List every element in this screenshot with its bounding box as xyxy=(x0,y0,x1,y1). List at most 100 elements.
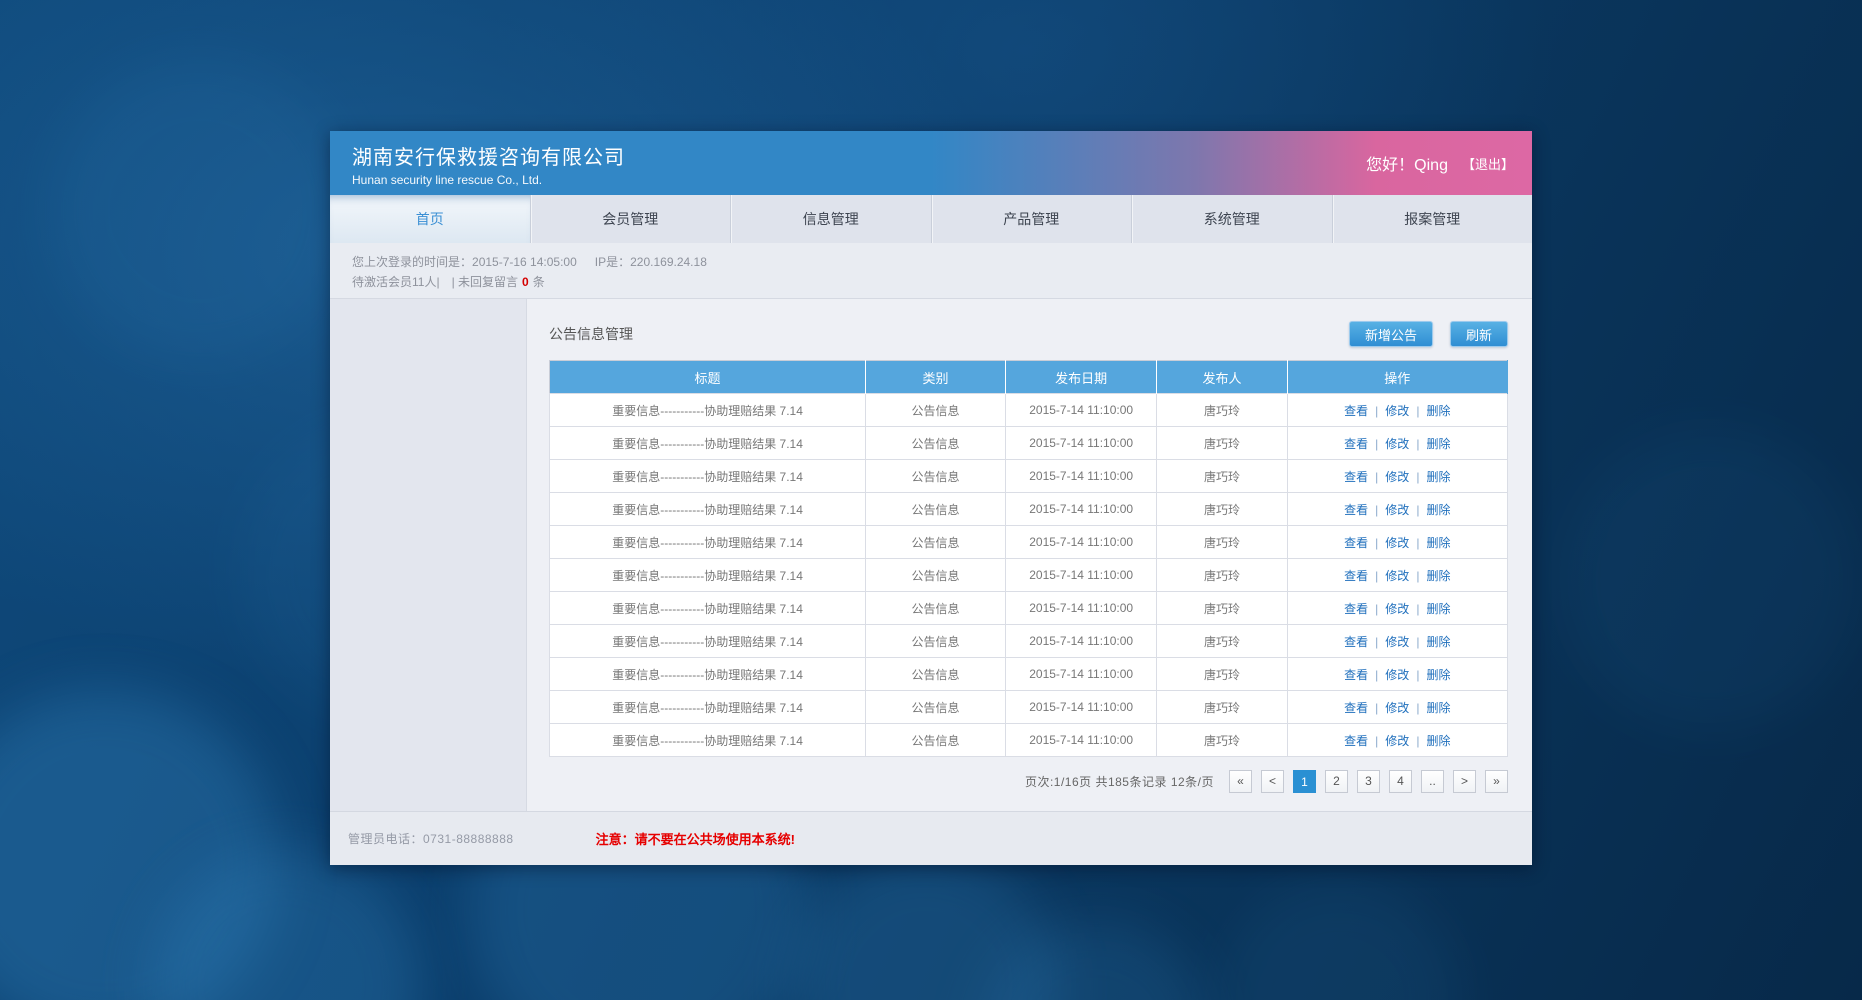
tab-label: 首页 xyxy=(416,209,444,229)
action-separator: | xyxy=(1375,635,1378,649)
cell-publisher: 唐巧玲 xyxy=(1157,625,1287,658)
user-greeting: 您好！Qing xyxy=(1366,151,1448,175)
page-button-3[interactable]: 3 xyxy=(1357,770,1380,793)
table-row: 重要信息-----------协助理赔结果 7.14 公告信息 2015-7-1… xyxy=(550,493,1508,526)
refresh-button[interactable]: 刷新 xyxy=(1450,321,1508,347)
page-button-2[interactable]: 2 xyxy=(1325,770,1348,793)
cell-title: 重要信息-----------协助理赔结果 7.14 xyxy=(550,592,866,625)
pagination-summary: 页次:1/16页 共185条记录 12条/页 xyxy=(1025,773,1214,790)
cell-title: 重要信息-----------协助理赔结果 7.14 xyxy=(550,427,866,460)
action-separator: | xyxy=(1375,503,1378,517)
action-separator: | xyxy=(1416,668,1419,682)
table-row: 重要信息-----------协助理赔结果 7.14 公告信息 2015-7-1… xyxy=(550,559,1508,592)
view-link[interactable]: 查看 xyxy=(1344,701,1368,715)
page-button-last[interactable]: » xyxy=(1485,770,1508,793)
header-branding: 湖南安行保救援咨询有限公司 Hunan security line rescue… xyxy=(330,131,1532,187)
company-name-en: Hunan security line rescue Co., Ltd. xyxy=(352,173,1532,187)
bokeh-circle xyxy=(50,60,350,360)
view-link[interactable]: 查看 xyxy=(1344,404,1368,418)
delete-link[interactable]: 删除 xyxy=(1426,437,1450,451)
edit-link[interactable]: 修改 xyxy=(1385,635,1409,649)
page-button-prev[interactable]: < xyxy=(1261,770,1284,793)
ip-value: 220.169.24.18 xyxy=(630,255,707,269)
delete-link[interactable]: 删除 xyxy=(1426,701,1450,715)
edit-link[interactable]: 修改 xyxy=(1385,602,1409,616)
action-separator: | xyxy=(1375,734,1378,748)
delete-link[interactable]: 删除 xyxy=(1426,635,1450,649)
delete-link[interactable]: 删除 xyxy=(1426,536,1450,550)
tab-members[interactable]: 会员管理 xyxy=(531,195,732,243)
tab-info[interactable]: 信息管理 xyxy=(731,195,932,243)
page-button-4[interactable]: 4 xyxy=(1389,770,1412,793)
page-button-1[interactable]: 1 xyxy=(1293,770,1316,793)
announcements-table: 标题 类别 发布日期 发布人 操作 重要信息-----------协助理赔结果 … xyxy=(549,360,1508,757)
cell-category: 公告信息 xyxy=(866,493,1006,526)
cell-date: 2015-7-14 11:10:00 xyxy=(1005,460,1156,493)
edit-link[interactable]: 修改 xyxy=(1385,404,1409,418)
last-login-label: 您上次登录的时间是： xyxy=(352,255,472,269)
view-link[interactable]: 查看 xyxy=(1344,569,1368,583)
main-panel: 公告信息管理 新增公告 刷新 标题 类别 发布日期 发布人 操作 xyxy=(527,299,1532,811)
delete-link[interactable]: 删除 xyxy=(1426,569,1450,583)
action-separator: | xyxy=(1375,668,1378,682)
table-body: 重要信息-----------协助理赔结果 7.14 公告信息 2015-7-1… xyxy=(550,394,1508,757)
tab-products[interactable]: 产品管理 xyxy=(932,195,1133,243)
cell-actions: 查看|修改|删除 xyxy=(1287,526,1507,559)
edit-link[interactable]: 修改 xyxy=(1385,734,1409,748)
tab-reports[interactable]: 报案管理 xyxy=(1333,195,1533,243)
edit-link[interactable]: 修改 xyxy=(1385,569,1409,583)
view-link[interactable]: 查看 xyxy=(1344,668,1368,682)
view-link[interactable]: 查看 xyxy=(1344,437,1368,451)
cell-date: 2015-7-14 11:10:00 xyxy=(1005,526,1156,559)
cell-publisher: 唐巧玲 xyxy=(1157,526,1287,559)
edit-link[interactable]: 修改 xyxy=(1385,668,1409,682)
action-separator: | xyxy=(1375,404,1378,418)
delete-link[interactable]: 删除 xyxy=(1426,470,1450,484)
edit-link[interactable]: 修改 xyxy=(1385,536,1409,550)
cell-publisher: 唐巧玲 xyxy=(1157,658,1287,691)
cell-actions: 查看|修改|删除 xyxy=(1287,427,1507,460)
view-link[interactable]: 查看 xyxy=(1344,503,1368,517)
bokeh-circle xyxy=(1220,880,1460,1000)
delete-link[interactable]: 删除 xyxy=(1426,404,1450,418)
tab-label: 系统管理 xyxy=(1204,209,1260,229)
cell-actions: 查看|修改|删除 xyxy=(1287,691,1507,724)
delete-link[interactable]: 删除 xyxy=(1426,602,1450,616)
tab-home[interactable]: 首页 xyxy=(330,195,531,243)
header-user-area: 您好！Qing 【退出】 xyxy=(1366,151,1514,175)
tab-system[interactable]: 系统管理 xyxy=(1132,195,1333,243)
col-publisher: 发布人 xyxy=(1157,361,1287,394)
cell-publisher: 唐巧玲 xyxy=(1157,460,1287,493)
action-separator: | xyxy=(1375,602,1378,616)
action-separator: | xyxy=(1416,734,1419,748)
col-title: 标题 xyxy=(550,361,866,394)
cell-title: 重要信息-----------协助理赔结果 7.14 xyxy=(550,625,866,658)
cell-date: 2015-7-14 11:10:00 xyxy=(1005,427,1156,460)
toolbar: 新增公告 刷新 xyxy=(1349,321,1508,347)
view-link[interactable]: 查看 xyxy=(1344,635,1368,649)
infobar: 您上次登录的时间是：2015-7-16 14:05:00IP是：220.169.… xyxy=(330,243,1532,299)
page-button-ellipsis[interactable]: .. xyxy=(1421,770,1444,793)
last-login-time: 2015-7-16 14:05:00 xyxy=(472,255,577,269)
add-announcement-button[interactable]: 新增公告 xyxy=(1349,321,1433,347)
logout-button[interactable]: 【退出】 xyxy=(1462,154,1514,173)
view-link[interactable]: 查看 xyxy=(1344,536,1368,550)
view-link[interactable]: 查看 xyxy=(1344,470,1368,484)
delete-link[interactable]: 删除 xyxy=(1426,503,1450,517)
view-link[interactable]: 查看 xyxy=(1344,734,1368,748)
delete-link[interactable]: 删除 xyxy=(1426,734,1450,748)
edit-link[interactable]: 修改 xyxy=(1385,503,1409,517)
view-link[interactable]: 查看 xyxy=(1344,602,1368,616)
page-button-next[interactable]: > xyxy=(1453,770,1476,793)
cell-publisher: 唐巧玲 xyxy=(1157,724,1287,757)
cell-publisher: 唐巧玲 xyxy=(1157,427,1287,460)
edit-link[interactable]: 修改 xyxy=(1385,701,1409,715)
page-button-first[interactable]: « xyxy=(1229,770,1252,793)
edit-link[interactable]: 修改 xyxy=(1385,437,1409,451)
action-separator: | xyxy=(1416,602,1419,616)
cell-actions: 查看|修改|删除 xyxy=(1287,460,1507,493)
cell-actions: 查看|修改|删除 xyxy=(1287,625,1507,658)
delete-link[interactable]: 删除 xyxy=(1426,668,1450,682)
edit-link[interactable]: 修改 xyxy=(1385,470,1409,484)
last-login-line: 您上次登录的时间是：2015-7-16 14:05:00IP是：220.169.… xyxy=(352,252,1510,272)
